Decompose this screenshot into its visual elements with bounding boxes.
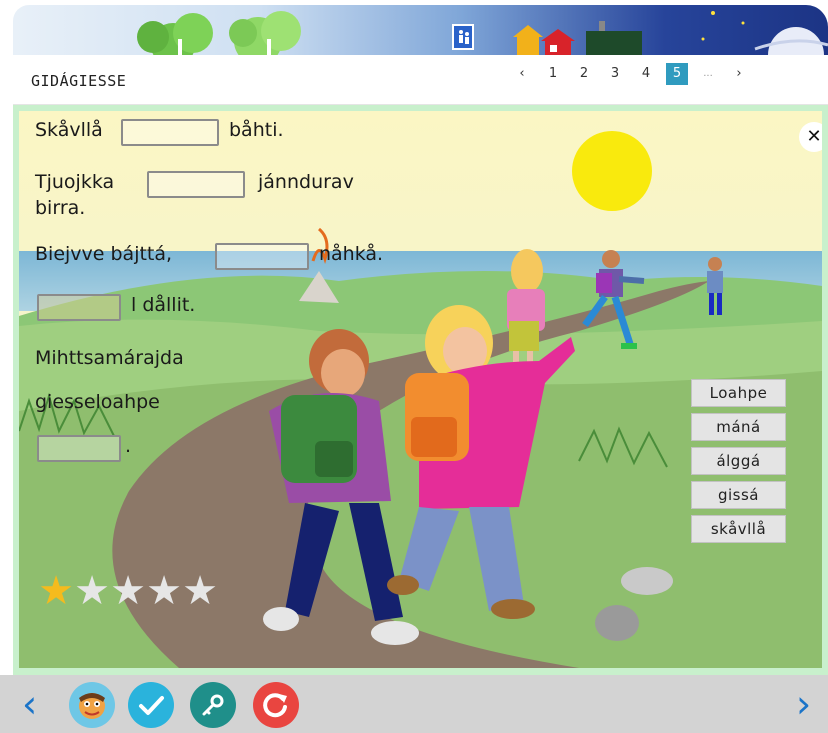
word-option-skavlla[interactable]: skåvllå	[691, 515, 786, 543]
blank-4[interactable]	[37, 294, 121, 321]
word-option-gissa[interactable]: gissá	[691, 481, 786, 509]
pager-page-5[interactable]: 5	[666, 63, 688, 85]
sentence-4-end: l dållit.	[131, 294, 196, 316]
mascot-icon	[69, 682, 115, 728]
sun-icon	[572, 131, 652, 211]
blank-5[interactable]	[37, 435, 121, 462]
sentence-3-end: nåhkå.	[319, 243, 384, 265]
key-icon	[190, 682, 236, 728]
sentence-2-cont: birra.	[35, 197, 86, 219]
exercise-frame: Skåvllå båhti. Tjuojkka jánndurav birra.…	[13, 105, 828, 675]
page-title: GIDÁGIESSE	[31, 72, 127, 90]
pager-next-button[interactable]: ›	[728, 63, 750, 85]
star-icon: ★	[146, 568, 182, 614]
blank-1[interactable]	[121, 119, 219, 146]
sentence-2-end: jánndurav	[258, 171, 354, 193]
pager-page-4[interactable]: 4	[635, 63, 657, 85]
pager-page-3[interactable]: 3	[604, 63, 626, 85]
sentence-5-line-1: Mihttsamárajda	[35, 347, 184, 369]
reset-button[interactable]	[253, 682, 299, 728]
pager-page-1[interactable]: 1	[542, 63, 564, 85]
top-banner	[13, 5, 828, 55]
exercise-scene: Skåvllå båhti. Tjuojkka jánndurav birra.…	[19, 111, 822, 668]
header-bar: GIDÁGIESSE ‹ 1 2 3 4 5 ... ›	[13, 55, 828, 105]
star-icon: ★	[38, 568, 74, 614]
pagination: ‹ 1 2 3 4 5 ... ›	[511, 63, 759, 85]
word-option-loahpe[interactable]: Loahpe	[691, 379, 786, 407]
pager-ellipsis: ...	[703, 68, 713, 79]
star-icon: ★	[110, 568, 146, 614]
sentence-2-start: Tjuojkka	[35, 171, 115, 193]
show-answers-button[interactable]	[190, 682, 236, 728]
exercise-page: GIDÁGIESSE ‹ 1 2 3 4 5 ... › Skåvllå båh…	[0, 0, 828, 733]
prev-page-button[interactable]: ‹	[22, 685, 37, 723]
star-rating: ★ ★ ★ ★ ★	[38, 571, 218, 611]
houses-icon	[513, 21, 642, 55]
sentence-1-end: båhti.	[229, 119, 284, 141]
star-icon: ★	[182, 568, 218, 614]
pager-page-2[interactable]: 2	[573, 63, 595, 85]
reset-icon	[253, 682, 299, 728]
word-option-algga[interactable]: álggá	[691, 447, 786, 475]
trees-icon	[137, 11, 301, 55]
bottom-toolbar: ‹ ›	[0, 675, 828, 733]
mascot-button[interactable]	[69, 682, 115, 728]
check-answers-button[interactable]	[128, 682, 174, 728]
sentence-1-start: Skåvllå	[35, 119, 103, 141]
star-icon: ★	[74, 568, 110, 614]
blank-3[interactable]	[215, 243, 309, 270]
blank-2[interactable]	[147, 171, 245, 198]
pager-prev-button[interactable]: ‹	[511, 63, 533, 85]
word-option-mana[interactable]: máná	[691, 413, 786, 441]
close-button[interactable]: ✕	[799, 122, 822, 152]
check-icon	[128, 682, 174, 728]
sentence-5-line-2: giesseloahpe	[35, 391, 160, 413]
sentence-5-end: .	[125, 435, 132, 457]
sentence-3-start: Biejvve bájttá,	[35, 243, 173, 265]
next-page-button[interactable]: ›	[796, 685, 811, 723]
